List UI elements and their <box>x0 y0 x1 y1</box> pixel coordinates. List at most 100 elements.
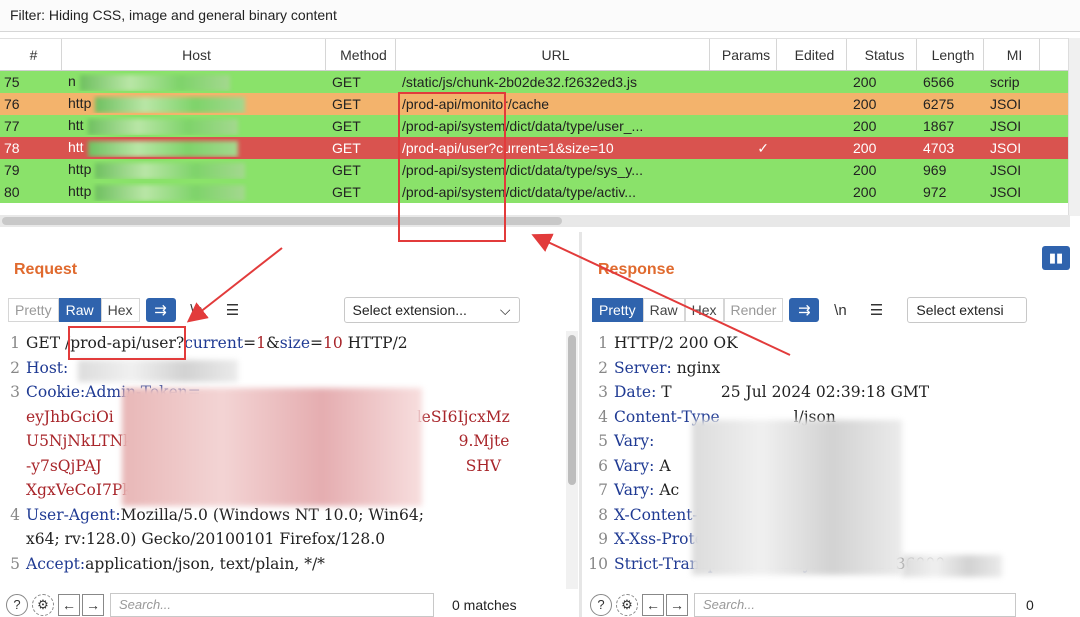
cell-mime: JSOI <box>990 118 1022 134</box>
host-text: http <box>68 161 92 178</box>
menu-icon[interactable]: ☰ <box>217 298 248 322</box>
cookie-value: 9.Mjte <box>458 432 510 450</box>
redacted-region <box>79 74 230 91</box>
cell-host: n <box>62 73 326 91</box>
response-tab-hex[interactable]: Hex <box>684 298 724 322</box>
forward-arrow-icon[interactable]: → <box>666 593 688 616</box>
header-value: T 25 Jul 2024 02:39:18 GMT <box>656 383 930 401</box>
settings-gear-icon[interactable]: ⚙ <box>616 593 638 616</box>
request-protocol: HTTP/2 <box>342 334 408 352</box>
line-number: 1 <box>598 334 608 352</box>
table-row[interactable]: 77 htt GET/prod-api/system/dict/data/type/… <box>0 115 1080 137</box>
wrap-lines-icon[interactable]: ⇉ <box>145 298 176 322</box>
redacted-region <box>692 420 902 575</box>
header-key: Cookie: <box>26 383 86 401</box>
line-number: 2 <box>10 358 20 377</box>
code-line: 2 Server: nginx <box>588 356 1080 381</box>
show-newlines-button[interactable]: \n <box>181 298 212 322</box>
host-text: http <box>68 183 92 200</box>
filter-bar[interactable]: Filter: Hiding CSS, image and general bi… <box>0 0 1080 32</box>
cell-host: htt <box>62 139 326 157</box>
cell-length: 6566 <box>923 74 955 90</box>
response-search-input[interactable]: Search... <box>694 592 1016 617</box>
help-icon[interactable]: ? <box>590 593 612 616</box>
line-number: 1 <box>10 334 20 352</box>
back-arrow-icon[interactable]: ← <box>642 593 664 616</box>
request-tab-pretty[interactable]: Pretty <box>8 298 59 322</box>
redacted-region <box>87 140 238 157</box>
param-eq: = <box>310 334 324 352</box>
menu-icon[interactable]: ☰ <box>861 298 892 322</box>
redacted-region <box>902 555 1002 577</box>
cell-number: 77 <box>4 118 20 134</box>
redacted-region <box>78 360 238 382</box>
table-body: 75 n GET/static/js/chunk-2b02de32.f2632ed3… <box>0 71 1080 203</box>
param-value: 10 <box>323 334 343 352</box>
response-extension-select[interactable]: Select extensi <box>907 297 1028 323</box>
cell-method: GET <box>332 162 361 178</box>
request-extension-select[interactable]: Select extension... ⌵ <box>343 297 520 323</box>
column-header-host[interactable]: Host <box>62 39 326 70</box>
line-number: 6 <box>598 456 608 475</box>
back-arrow-icon[interactable]: ← <box>58 593 80 616</box>
request-tab-raw[interactable]: Raw <box>58 298 101 322</box>
request-match-count: 0 matches <box>452 596 517 613</box>
column-header-status[interactable]: Status <box>847 39 917 70</box>
column-header-edited[interactable]: Edited <box>777 39 847 70</box>
settings-gear-icon[interactable]: ⚙ <box>32 593 54 616</box>
request-footer: ? ⚙ ← → Search... 0 matches <box>6 592 517 617</box>
wrap-lines-icon[interactable]: ⇉ <box>789 298 820 322</box>
response-toolbar: Pretty Raw Hex Render ⇉ \n ☰ Select exte… <box>592 297 1028 323</box>
chevron-down-icon: ⌵ <box>499 301 511 318</box>
host-text: n <box>68 73 76 90</box>
table-row[interactable]: 79 http GET/prod-api/system/dict/data/type… <box>0 159 1080 181</box>
response-match-count: 0 <box>1026 596 1034 613</box>
redacted-region <box>95 162 246 179</box>
code-line: 1 HTTP/2 200 OK <box>588 331 1080 356</box>
table-vertical-scrollbar[interactable] <box>1068 38 1080 216</box>
cell-host: http <box>62 95 326 113</box>
cell-number: 80 <box>4 184 20 200</box>
response-tab-pretty[interactable]: Pretty <box>592 298 643 322</box>
column-header-number[interactable]: # <box>0 39 62 70</box>
cell-host: http <box>62 161 326 179</box>
cell-params: ✓ <box>757 139 769 156</box>
header-value: Mozilla/5.0 (Windows NT 10.0; Win64; <box>120 505 424 524</box>
column-header-params[interactable]: Params <box>710 39 777 70</box>
request-search-input[interactable]: Search... <box>110 592 434 617</box>
request-tab-hex[interactable]: Hex <box>100 298 140 322</box>
header-key: User-Agent: <box>26 505 121 524</box>
annotation-box-url <box>398 92 506 242</box>
http-history-table: # Host Method URL Params Edited Status L… <box>0 38 1080 203</box>
table-row[interactable]: 75 n GET/static/js/chunk-2b02de32.f2632ed3… <box>0 71 1080 93</box>
forward-arrow-icon[interactable]: → <box>82 593 104 616</box>
cookie-value: U5NjNkLTNk <box>26 432 133 450</box>
request-extension-select-label: Select extension... <box>352 302 467 318</box>
cell-mime: scrip <box>990 74 1020 90</box>
help-icon[interactable]: ? <box>6 593 28 616</box>
table-horizontal-scrollbar[interactable] <box>0 215 1070 227</box>
line-number: 3 <box>10 383 20 401</box>
line-number: 4 <box>598 407 608 426</box>
host-text: http <box>68 95 92 112</box>
response-footer: ? ⚙ ← → Search... 0 <box>590 592 1034 617</box>
table-row[interactable]: 80 http GET/prod-api/system/dict/data/type… <box>0 181 1080 203</box>
response-extension-select-label: Select extensi <box>916 302 1004 318</box>
request-vertical-scrollbar[interactable] <box>566 331 578 589</box>
response-tab-raw[interactable]: Raw <box>642 298 685 322</box>
column-header-url[interactable]: URL <box>396 39 710 70</box>
column-header-mime[interactable]: MI <box>984 39 1040 70</box>
line-number: 7 <box>598 481 608 499</box>
response-tab-render[interactable]: Render <box>723 298 784 322</box>
table-row[interactable]: 78 htt GET/prod-api/user?current=1&size=10… <box>0 137 1080 159</box>
column-header-method[interactable]: Method <box>326 39 396 70</box>
table-row[interactable]: 76 http GET/prod-api/monitor/cache 200 6275 J… <box>0 93 1080 115</box>
pane-divider[interactable] <box>579 232 582 617</box>
line-number: 9 <box>598 530 608 548</box>
column-header-length[interactable]: Length <box>917 39 984 70</box>
header-value: Ac <box>654 481 680 499</box>
code-line: 3 Date: T 25 Jul 2024 02:39:18 GMT <box>588 380 1080 405</box>
layout-toggle-icon[interactable]: ▮▮ <box>1042 246 1070 270</box>
show-newlines-button[interactable]: \n <box>825 298 856 322</box>
param-key: size <box>279 334 311 352</box>
